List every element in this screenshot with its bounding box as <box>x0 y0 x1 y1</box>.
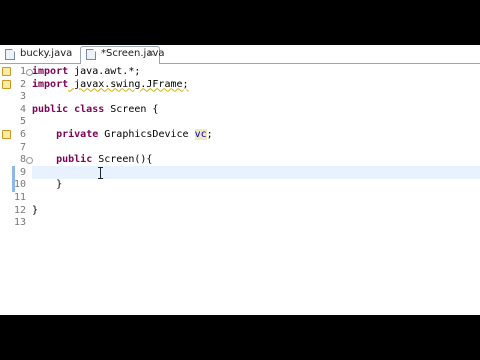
code-token: } <box>32 179 63 191</box>
code-line[interactable]: 6 private GraphicsDevice vc; <box>0 128 480 141</box>
code-line[interactable]: 3 <box>0 90 480 103</box>
code-token: public class <box>32 103 105 115</box>
code-token: } <box>32 204 39 216</box>
close-tab-icon[interactable]: × <box>147 47 155 61</box>
code-token: javax.swing.JFrame; <box>68 78 189 90</box>
text-cursor-icon <box>98 166 104 179</box>
code-token: private <box>56 129 99 140</box>
code-token: public <box>56 154 93 166</box>
code-token: Screen(){ <box>92 154 153 166</box>
warning-marker-icon[interactable] <box>1 66 11 76</box>
code-line[interactable]: 10 } <box>0 178 480 191</box>
code-token: vc <box>194 129 207 140</box>
code-token: java.awt.*; <box>68 66 141 77</box>
ide-editor-frame: bucky.java *Screen.java × 1 import java.a… <box>0 45 480 315</box>
line-number: 8 <box>19 154 26 166</box>
code-text: public Screen(){ <box>32 153 152 166</box>
line-number: 5 <box>19 116 26 128</box>
code-text: public class Screen { <box>32 103 158 116</box>
code-token: import <box>32 66 69 77</box>
code-line[interactable]: 11 <box>0 191 480 204</box>
java-file-icon <box>5 49 15 60</box>
tab-bucky-java[interactable]: bucky.java <box>0 47 80 63</box>
code-line[interactable]: 13 <box>0 216 480 229</box>
code-line[interactable]: 12} <box>0 204 480 217</box>
code-text: import javax.swing.JFrame; <box>32 78 189 91</box>
java-file-icon <box>86 49 96 60</box>
warning-marker-icon[interactable] <box>1 129 11 139</box>
tab-label: bucky.java <box>20 48 73 59</box>
code-line[interactable]: 9 <box>0 166 480 179</box>
code-token: import <box>32 78 69 90</box>
code-text: private GraphicsDevice vc; <box>32 128 213 141</box>
code-editor[interactable]: 1 import java.awt.*; 2 import javax.swing.J… <box>0 64 480 315</box>
code-token: ; <box>206 129 213 140</box>
line-number: 2 <box>19 78 26 90</box>
line-number: 7 <box>19 141 26 153</box>
line-number: 10 <box>13 179 26 191</box>
code-line[interactable]: 5 <box>0 115 480 128</box>
line-number: 4 <box>19 103 26 115</box>
warning-marker-icon[interactable] <box>1 79 11 89</box>
line-number: 13 <box>13 217 26 229</box>
editor-tab-bar: bucky.java *Screen.java × <box>0 45 480 64</box>
line-number: 3 <box>19 91 26 103</box>
code-line[interactable]: 2 import javax.swing.JFrame; <box>0 78 480 91</box>
tab-screen-java[interactable]: *Screen.java × <box>80 46 165 64</box>
fold-toggle-icon[interactable] <box>26 69 33 76</box>
code-token: Screen { <box>104 103 159 115</box>
code-line[interactable]: 4 public class Screen { <box>0 103 480 116</box>
line-number: 9 <box>19 166 26 178</box>
line-number: 1 <box>19 66 26 77</box>
code-text: } <box>32 204 38 217</box>
code-line[interactable]: 7 <box>0 141 480 154</box>
line-number: 11 <box>13 192 26 203</box>
code-line[interactable]: 1 import java.awt.*; <box>0 65 480 78</box>
line-number: 6 <box>19 129 26 140</box>
code-token: GraphicsDevice <box>98 129 195 140</box>
code-text: import java.awt.*; <box>32 65 140 78</box>
code-text: } <box>32 178 62 191</box>
code-line[interactable]: 8 public Screen(){ <box>0 153 480 166</box>
line-number: 12 <box>13 204 26 216</box>
